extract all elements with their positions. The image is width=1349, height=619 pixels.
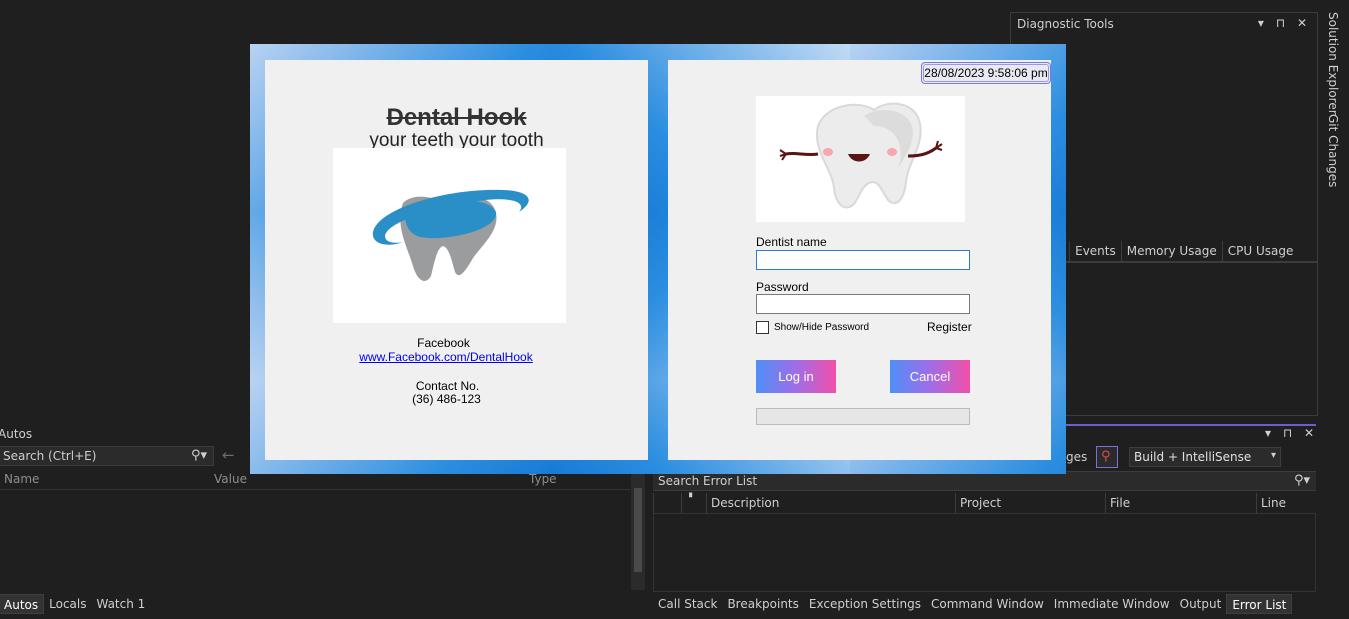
column-description[interactable]: Description [706, 493, 955, 514]
sort-icon[interactable]: ▝ [681, 493, 706, 514]
tooth-mascot-icon [779, 102, 943, 209]
tab-locals[interactable]: Locals [44, 594, 91, 614]
show-hide-password-label[interactable]: Show/Hide Password [774, 322, 869, 333]
column-line[interactable]: Line [1256, 493, 1314, 514]
tab-watch-1[interactable]: Watch 1 [91, 594, 150, 614]
column-type[interactable]: Type [529, 472, 557, 486]
diagnostic-tools-title: Diagnostic Tools [1017, 17, 1114, 31]
solution-explorer-tab[interactable]: Solution Explorer [1326, 12, 1340, 115]
dentist-name-label: Dentist name [756, 235, 827, 249]
tooth-logo-icon [372, 189, 529, 281]
messages-toggle-partial[interactable]: ges [1066, 450, 1087, 464]
tab-autos[interactable]: Autos [0, 594, 45, 614]
facebook-label: Facebook [417, 336, 470, 350]
chevron-down-icon: ▾ [1270, 450, 1276, 461]
search-icon[interactable]: ⚲▾ [191, 448, 207, 463]
password-input[interactable] [756, 294, 970, 314]
contact-number: (36) 486-123 [412, 392, 481, 406]
error-list-column-header: ▝ Description Project File Line [653, 493, 1316, 514]
autos-bottom-tabs: Autos Locals Watch 1 [0, 594, 150, 614]
column-value[interactable]: Value [214, 472, 247, 486]
back-arrow-icon[interactable]: ← [222, 446, 235, 464]
show-hide-password-checkbox[interactable] [756, 321, 769, 334]
dentist-name-input[interactable] [756, 250, 970, 270]
git-changes-tab[interactable]: Git Changes [1326, 114, 1340, 187]
autos-panel-title: Autos [0, 427, 33, 441]
autos-scrollbar[interactable] [631, 472, 645, 590]
side-tab-strip: Solution Explorer Git Changes [1319, 0, 1349, 619]
diagnostic-tools-window-controls[interactable]: ▾ ⊓ ✕ [1258, 16, 1311, 30]
cancel-button[interactable]: Cancel [890, 360, 970, 393]
login-button[interactable]: Log in [756, 360, 836, 393]
error-search-placeholder: Search Error List [658, 474, 758, 488]
search-icon[interactable]: ⚲▾ [1294, 473, 1310, 488]
brand-name: Dental Hook [386, 104, 527, 131]
tab-command-window[interactable]: Command Window [926, 594, 1049, 614]
tab-output[interactable]: Output [1175, 594, 1227, 614]
build-filter-value: Build + IntelliSense [1134, 450, 1252, 464]
error-list-bottom-tabs: Call Stack Breakpoints Exception Setting… [653, 594, 1293, 614]
register-link[interactable]: Register [927, 320, 972, 334]
filter-button[interactable]: ⚲ [1096, 446, 1118, 468]
tooth-logo [333, 148, 566, 323]
password-label: Password [756, 280, 809, 294]
contact-label: Contact No. [415, 379, 480, 393]
branding-panel: Dental Hook your teeth your tooth Facebo… [265, 60, 648, 460]
tab-error-list[interactable]: Error List [1226, 594, 1293, 614]
tab-events[interactable]: Events [1069, 241, 1121, 261]
build-filter-dropdown[interactable]: Build + IntelliSense ▾ [1129, 447, 1281, 467]
tooth-mascot [756, 96, 965, 222]
filter-icon: ⚲ [1101, 449, 1111, 464]
login-progress-bar [756, 408, 970, 425]
column-name[interactable]: Name [4, 472, 39, 486]
login-panel: 28/08/2023 9:58:06 pm Dentist name Passw… [668, 60, 1051, 460]
scrollbar-thumb[interactable] [634, 488, 642, 572]
tab-call-stack[interactable]: Call Stack [653, 594, 722, 614]
error-list-window-controls[interactable]: ▾ ⊓ ✕ [1265, 426, 1318, 440]
column-project[interactable]: Project [955, 493, 1105, 514]
column-file[interactable]: File [1105, 493, 1256, 514]
tab-memory-usage[interactable]: Memory Usage [1120, 241, 1222, 261]
tab-exception-settings[interactable]: Exception Settings [804, 594, 926, 614]
tab-cpu-usage[interactable]: CPU Usage [1221, 241, 1299, 261]
autos-search-placeholder: Search (Ctrl+E) [3, 449, 97, 463]
diagnostic-tools-tabs: y Events Memory Usage CPU Usage [1051, 241, 1298, 261]
datetime-text: 28/08/2023 9:58:06 pm [923, 64, 1049, 82]
error-list-search-box[interactable]: Search Error List ⚲▾ [653, 471, 1316, 491]
login-form-window: Dental Hook your teeth your tooth Facebo… [250, 44, 1066, 474]
column-severity[interactable] [653, 493, 681, 514]
tab-immediate-window[interactable]: Immediate Window [1049, 594, 1175, 614]
autos-column-header: Name Value Type [0, 472, 630, 490]
tab-breakpoints[interactable]: Breakpoints [722, 594, 803, 614]
autos-search-box[interactable]: Search (Ctrl+E) ⚲▾ [0, 446, 214, 466]
error-list-body [653, 514, 1316, 592]
datetime-display: 28/08/2023 9:58:06 pm [921, 62, 1051, 84]
facebook-link[interactable]: www.Facebook.com/DentalHook [265, 350, 627, 364]
